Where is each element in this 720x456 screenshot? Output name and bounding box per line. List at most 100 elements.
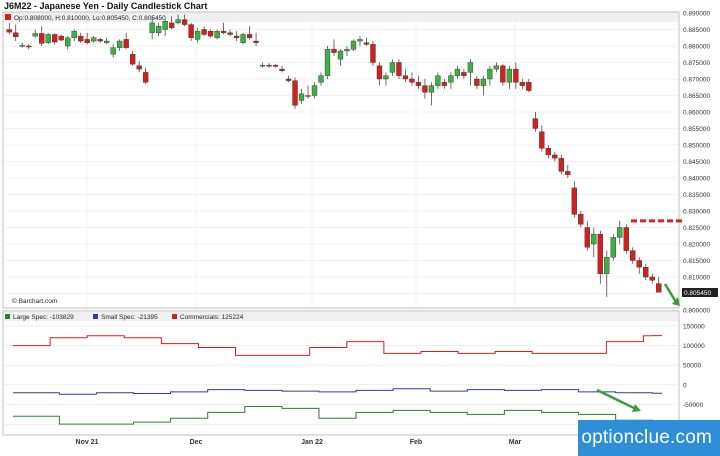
candle-body — [467, 62, 474, 73]
candle-body — [519, 82, 526, 86]
candle-body — [39, 33, 45, 44]
candle-body — [558, 157, 564, 172]
candle-body — [428, 85, 435, 93]
price-tick-label: 0.825000 — [683, 225, 710, 232]
candle-body — [474, 78, 480, 86]
source-label: © Barchart.com — [12, 297, 57, 305]
candle-body — [136, 65, 142, 70]
candle-body — [448, 75, 454, 83]
cot-y-axis: 150000100000500000-50000-100000 — [683, 323, 707, 428]
price-tick-label: 0.860000 — [683, 110, 710, 117]
candle-body — [175, 19, 181, 24]
candle-body — [78, 35, 84, 42]
candle-body — [422, 85, 428, 93]
candle-body — [441, 82, 448, 86]
legend-large-spec: Large Spec: -103829 — [13, 314, 74, 321]
candle-body — [331, 49, 337, 53]
candle-body — [344, 49, 350, 52]
price-tick-label: 0.880000 — [683, 44, 710, 51]
candle-body — [181, 19, 188, 25]
candle-body — [526, 82, 532, 91]
candle-body — [318, 75, 324, 83]
candle-body — [246, 34, 253, 38]
x-tick-label: Nov 21 — [76, 439, 99, 446]
legend-commercials: Commercials: 125224 — [180, 314, 244, 321]
price-tick-label: 0.815000 — [683, 258, 710, 265]
candle-body — [65, 37, 71, 47]
candle-body — [539, 131, 545, 149]
candle-body — [402, 75, 409, 80]
candle-body — [292, 80, 298, 106]
candle-body — [376, 65, 383, 80]
candle-body — [97, 39, 103, 42]
candle-body — [337, 50, 344, 60]
candle-body — [305, 95, 311, 97]
candle-body — [487, 68, 493, 80]
candle-body — [84, 39, 90, 43]
cot-tick-label: 100000 — [683, 343, 705, 350]
price-tick-label: 0.820000 — [683, 242, 710, 249]
price-tick-label: 0.840000 — [683, 176, 710, 183]
candle-body — [552, 154, 558, 159]
candle-body — [630, 250, 636, 261]
candle-body — [207, 30, 214, 37]
candle-body — [110, 47, 116, 55]
candle-body — [383, 75, 389, 80]
candle-body — [591, 233, 597, 245]
candle-body — [454, 68, 461, 76]
candle-body — [149, 22, 155, 33]
cot-tick-label: 50000 — [683, 363, 701, 370]
candle-body — [363, 42, 370, 45]
candle-body — [129, 54, 136, 65]
legend-small-spec: Small Spec: -21395 — [101, 314, 158, 321]
candle-body — [279, 68, 285, 71]
candle-body — [6, 29, 12, 33]
candle-body — [214, 30, 220, 38]
candle-body — [389, 62, 396, 73]
candle-body — [168, 22, 175, 29]
candle-body — [155, 26, 162, 34]
candle-body — [623, 227, 629, 251]
candle-body — [461, 72, 467, 76]
candle-body — [571, 187, 577, 215]
candle-body — [194, 30, 201, 40]
legend-swatch-commercials — [172, 314, 177, 319]
candle-body — [26, 45, 32, 48]
cot-tick-label: 0 — [683, 382, 687, 389]
price-tick-label: 0.800000 — [683, 308, 710, 315]
candle-body — [357, 39, 363, 42]
candle-body — [32, 33, 38, 37]
candle-body — [71, 30, 77, 38]
candle-body — [188, 24, 194, 38]
x-tick-label: Mar — [509, 439, 522, 446]
price-tick-label: 0.810000 — [683, 275, 710, 282]
candle-body — [104, 40, 110, 43]
price-tick-label: 0.875000 — [683, 60, 710, 67]
candle-body — [324, 49, 331, 76]
cot-tick-label: -50000 — [683, 402, 704, 409]
price-tick-label: 0.835000 — [683, 192, 710, 199]
chart-title: J6M22 - Japanese Yen - Daily Candlestick… — [4, 1, 207, 11]
candle-body — [253, 40, 259, 43]
candle-body — [656, 283, 662, 293]
candle-body — [272, 64, 279, 67]
candle-body — [58, 35, 64, 41]
candle-body — [233, 35, 240, 38]
price-tick-label: 0.885000 — [683, 27, 710, 34]
candle-body — [493, 65, 500, 70]
candle-body — [500, 65, 506, 83]
candle-body — [617, 227, 623, 238]
candle-body — [13, 32, 19, 37]
candle-body — [52, 34, 58, 43]
candle-body — [584, 227, 590, 248]
candle-body — [266, 64, 272, 67]
candle-body — [610, 237, 616, 258]
candle-body — [604, 257, 610, 274]
x-axis: Nov 21 Dec Jan 22 Feb Mar — [76, 439, 522, 446]
candle-body — [45, 34, 51, 43]
candle-body — [435, 75, 441, 86]
x-tick-label: Jan 22 — [301, 439, 323, 446]
candle-body — [285, 78, 292, 81]
candle-body — [142, 72, 149, 83]
price-tick-label: 0.850000 — [683, 143, 710, 150]
